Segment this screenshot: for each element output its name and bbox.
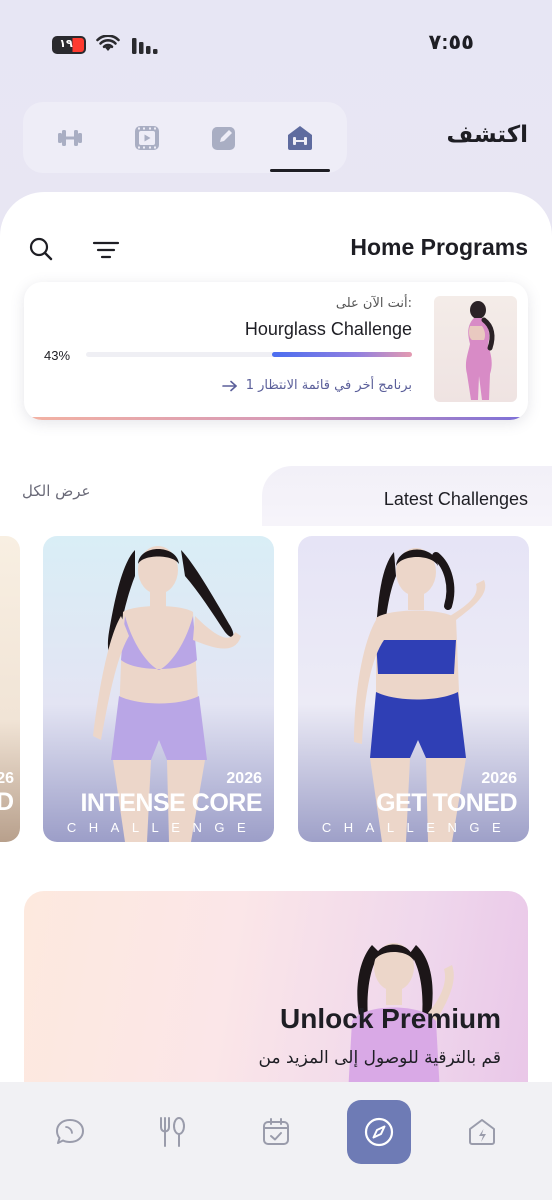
challenge-subtitle: CHALLENGE [321,820,514,835]
progress-bar [86,352,412,357]
nav-chat[interactable] [38,1100,102,1164]
explore-icon [364,1117,394,1147]
calendar-icon [263,1118,289,1145]
wifi-icon [96,35,120,51]
status-bar: ١٩ ٧:٥٥ [0,0,552,90]
waitlist-link[interactable]: 1 برنامج أخر في قائمة الانتظار [221,378,412,393]
tab-videos[interactable] [117,102,177,173]
page-title: اكتشف [446,122,528,148]
partial-card-year: 26 [0,770,14,787]
nav-home[interactable] [450,1100,514,1164]
signal-icon [132,38,158,54]
challenge-card-partial[interactable]: 26 D [0,536,20,842]
filter-icon[interactable] [92,240,120,260]
premium-subtitle: قم بالترقية للوصول إلى المزيد من [258,1048,501,1068]
nav-nutrition[interactable] [140,1100,204,1164]
dumbbell-icon [58,129,82,146]
home-icon [469,1119,495,1145]
battery-icon: ١٩ [52,36,86,54]
waitlist-text: 1 برنامج أخر في قائمة الانتظار [245,378,412,393]
battery-level: ١٩ [59,38,73,50]
program-name: Hourglass Challenge [244,319,412,339]
current-program-card[interactable]: أنت الآن على: Hourglass Challenge 43% 1 … [24,282,528,420]
nav-calendar[interactable] [244,1100,308,1164]
bottom-nav [0,1082,552,1200]
latest-challenges-title: Latest Challenges [383,489,528,509]
nav-explore[interactable] [347,1100,411,1164]
partial-card-letter: D [0,788,14,816]
progress-bar-fill [271,352,412,357]
tab-notes[interactable] [194,102,254,173]
nutrition-icon [160,1117,185,1147]
challenge-card-get-toned[interactable]: 2026 GET TONED CHALLENGE [298,536,529,842]
challenge-subtitle: CHALLENGE [66,820,259,835]
active-tab-indicator [270,169,330,172]
premium-title: Unlock Premium [280,1003,501,1034]
program-thumbnail [434,296,517,402]
home-dumbbell-icon [288,125,312,150]
chat-icon [56,1119,84,1144]
section-title: Home Programs [350,234,528,260]
arrow-right-icon [221,380,237,391]
search-icon[interactable] [28,236,54,262]
challenge-name: GET TONED [376,789,517,817]
challenge-year: 2026 [481,770,517,787]
view-all-link[interactable]: عرض الكل [22,482,91,500]
now-on-label: أنت الآن على: [335,296,412,311]
tab-gym[interactable] [40,102,100,173]
challenge-year: 2026 [226,770,262,787]
discover-tab-bar [23,102,347,173]
clock: ٧:٥٥ [428,31,474,54]
challenge-card-intense-core[interactable]: 2026 INTENSE CORE CHALLENGE [43,536,274,842]
tab-home-programs[interactable] [270,102,330,173]
edit-icon [212,126,235,150]
progress-percent: 43% [44,348,71,363]
video-icon [135,125,159,150]
challenge-name: INTENSE CORE [80,789,262,817]
